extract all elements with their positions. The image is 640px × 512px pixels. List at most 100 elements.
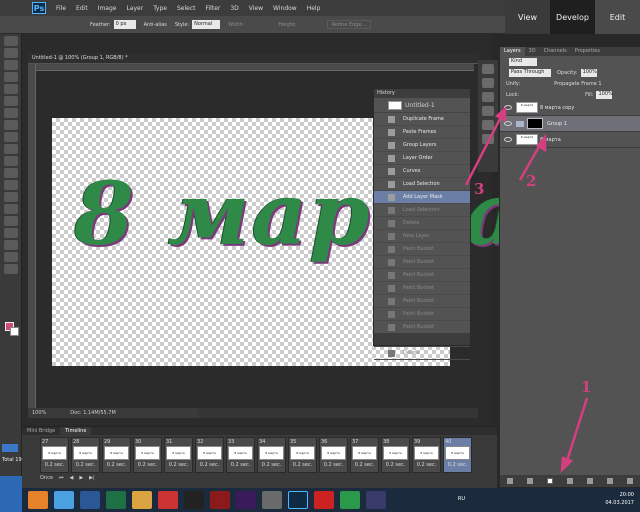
premiere-icon[interactable] xyxy=(236,491,256,509)
timeline-frame[interactable]: 29 8 марта 0.2 sec. xyxy=(102,437,131,473)
start-button[interactable] xyxy=(0,476,22,512)
history-item[interactable]: New Layer xyxy=(374,230,470,243)
app-icon[interactable] xyxy=(262,491,282,509)
frame-delay-select[interactable]: 0.2 sec. xyxy=(135,462,160,468)
history-item[interactable]: Curves xyxy=(374,165,470,178)
frame-delay-select[interactable]: 0.2 sec. xyxy=(290,462,315,468)
timeline-frame[interactable]: 37 8 марта 0.2 sec. xyxy=(350,437,379,473)
layer-row[interactable]: 8 марта 8 марта xyxy=(500,132,640,148)
ie-icon[interactable] xyxy=(54,491,74,509)
history-brush-tool-icon[interactable] xyxy=(4,144,18,154)
history-item[interactable]: Load Selection xyxy=(374,204,470,217)
zoom-tool-icon[interactable] xyxy=(4,264,18,274)
layer-mask-thumbnail[interactable] xyxy=(527,118,543,129)
menu-image[interactable]: Image xyxy=(98,5,117,12)
character-panel-icon[interactable] xyxy=(482,106,494,116)
menu-filter[interactable]: Filter xyxy=(206,5,221,12)
fill-input[interactable]: 100% xyxy=(596,90,613,99)
timeline-frame[interactable]: 36 8 марта 0.2 sec. xyxy=(319,437,348,473)
app-at-icon[interactable] xyxy=(340,491,360,509)
first-frame-icon[interactable]: ⏮ xyxy=(59,475,64,481)
frame-delay-select[interactable]: 0.2 sec. xyxy=(42,462,67,468)
firefox-icon[interactable] xyxy=(28,491,48,509)
history-item[interactable]: Duplicate Frame xyxy=(374,113,470,126)
pen-tool-icon[interactable] xyxy=(4,204,18,214)
horizontal-scrollbar[interactable] xyxy=(198,408,478,418)
history-item[interactable]: Paint Bucket xyxy=(374,243,470,256)
frame-delay-select[interactable]: 0.2 sec. xyxy=(73,462,98,468)
layer-style-icon[interactable] xyxy=(527,478,533,484)
tab-properties[interactable]: Properties xyxy=(571,47,604,56)
background-color-swatch[interactable] xyxy=(10,327,19,336)
adjustment-layer-icon[interactable] xyxy=(567,478,573,484)
zoom-level[interactable]: 100% xyxy=(32,410,46,416)
history-item[interactable]: Paint Bucket xyxy=(374,282,470,295)
edit-button[interactable]: Edit xyxy=(595,0,640,34)
frame-delay-select[interactable]: 0.2 sec. xyxy=(259,462,284,468)
menu-view[interactable]: View xyxy=(249,5,263,12)
prev-frame-icon[interactable]: ◀ xyxy=(69,475,73,481)
timeline-frame[interactable]: 40 8 марта 0.2 sec. xyxy=(443,437,472,473)
history-item[interactable]: Paint Bucket xyxy=(374,256,470,269)
history-item[interactable]: Delete xyxy=(374,217,470,230)
gradient-tool-icon[interactable] xyxy=(4,168,18,178)
hand-tool-icon[interactable] xyxy=(4,252,18,262)
language-indicator[interactable]: RU xyxy=(458,496,465,502)
antialias-checkbox[interactable]: Anti-alias xyxy=(144,22,167,28)
type-tool-icon[interactable] xyxy=(4,216,18,226)
dodge-tool-icon[interactable] xyxy=(4,192,18,202)
frame-delay-select[interactable]: 0.2 sec. xyxy=(197,462,222,468)
refine-edge-button[interactable]: Refine Edge... xyxy=(326,20,372,29)
tab-timeline[interactable]: Timeline xyxy=(60,427,92,435)
paragraph-panel-icon[interactable] xyxy=(482,92,494,102)
history-item[interactable]: Layer Order xyxy=(374,152,470,165)
menu-3d[interactable]: 3D xyxy=(230,5,238,12)
navigator-panel-icon[interactable] xyxy=(482,134,494,144)
opacity-input[interactable]: 100% xyxy=(580,68,597,77)
app-7x-icon[interactable] xyxy=(158,491,178,509)
blend-mode-select[interactable]: Pass Through xyxy=(509,68,551,77)
frame-delay-select[interactable]: 0.2 sec. xyxy=(321,462,346,468)
delete-layer-icon[interactable] xyxy=(627,478,633,484)
flash-icon[interactable] xyxy=(210,491,230,509)
menu-window[interactable]: Window xyxy=(273,5,297,12)
word-icon[interactable] xyxy=(80,491,100,509)
timeline-frame[interactable]: 27 8 марта 0.2 sec. xyxy=(40,437,69,473)
app-moon-icon[interactable] xyxy=(366,491,386,509)
tab-layers[interactable]: Layers xyxy=(500,47,525,56)
frame-delay-select[interactable]: 0.2 sec. xyxy=(414,462,439,468)
timeline-frame[interactable]: 30 8 марта 0.2 sec. xyxy=(133,437,162,473)
photoshop-taskbar-icon[interactable] xyxy=(288,491,308,509)
frame-delay-select[interactable]: 0.2 sec. xyxy=(104,462,129,468)
history-item[interactable]: Load Selection xyxy=(374,178,470,191)
document-tab[interactable]: Untitled-1 @ 100% (Group 1, RGB/8) * xyxy=(28,53,478,64)
visibility-eye-icon[interactable] xyxy=(504,137,512,142)
feather-input[interactable]: 0 px xyxy=(113,20,136,29)
play-icon[interactable]: ▶ xyxy=(79,475,83,481)
timeline-frame[interactable]: 38 8 марта 0.2 sec. xyxy=(381,437,410,473)
link-layers-icon[interactable] xyxy=(507,478,513,484)
clock[interactable]: 20:00 04.03.2017 xyxy=(605,491,634,507)
style-select[interactable]: Normal xyxy=(192,20,221,29)
shape-tool-icon[interactable] xyxy=(4,240,18,250)
magic-wand-tool-icon[interactable] xyxy=(4,72,18,82)
history-item[interactable]: Delete xyxy=(374,347,470,360)
menu-edit[interactable]: Edit xyxy=(76,5,88,12)
timeline-frame[interactable]: 34 8 марта 0.2 sec. xyxy=(257,437,286,473)
history-item[interactable]: Paint Bucket xyxy=(374,269,470,282)
next-frame-icon[interactable]: ▶| xyxy=(89,475,95,481)
stamp-tool-icon[interactable] xyxy=(4,132,18,142)
brush-tool-icon[interactable] xyxy=(4,120,18,130)
propagate-checkbox[interactable]: Propagate Frame 1 xyxy=(554,81,601,87)
timeline-frame[interactable]: 35 8 марта 0.2 sec. xyxy=(288,437,317,473)
history-item[interactable]: Paint Bucket xyxy=(374,308,470,321)
add-layer-mask-icon[interactable] xyxy=(547,478,553,484)
timeline-frame[interactable]: 33 8 марта 0.2 sec. xyxy=(226,437,255,473)
view-button[interactable]: View xyxy=(505,0,550,34)
history-panel-icon[interactable] xyxy=(482,64,494,74)
app-splash-icon[interactable] xyxy=(184,491,204,509)
menu-help[interactable]: Help xyxy=(307,5,321,12)
folder-icon[interactable] xyxy=(132,491,152,509)
marquee-tool-icon[interactable] xyxy=(4,48,18,58)
eraser-tool-icon[interactable] xyxy=(4,156,18,166)
